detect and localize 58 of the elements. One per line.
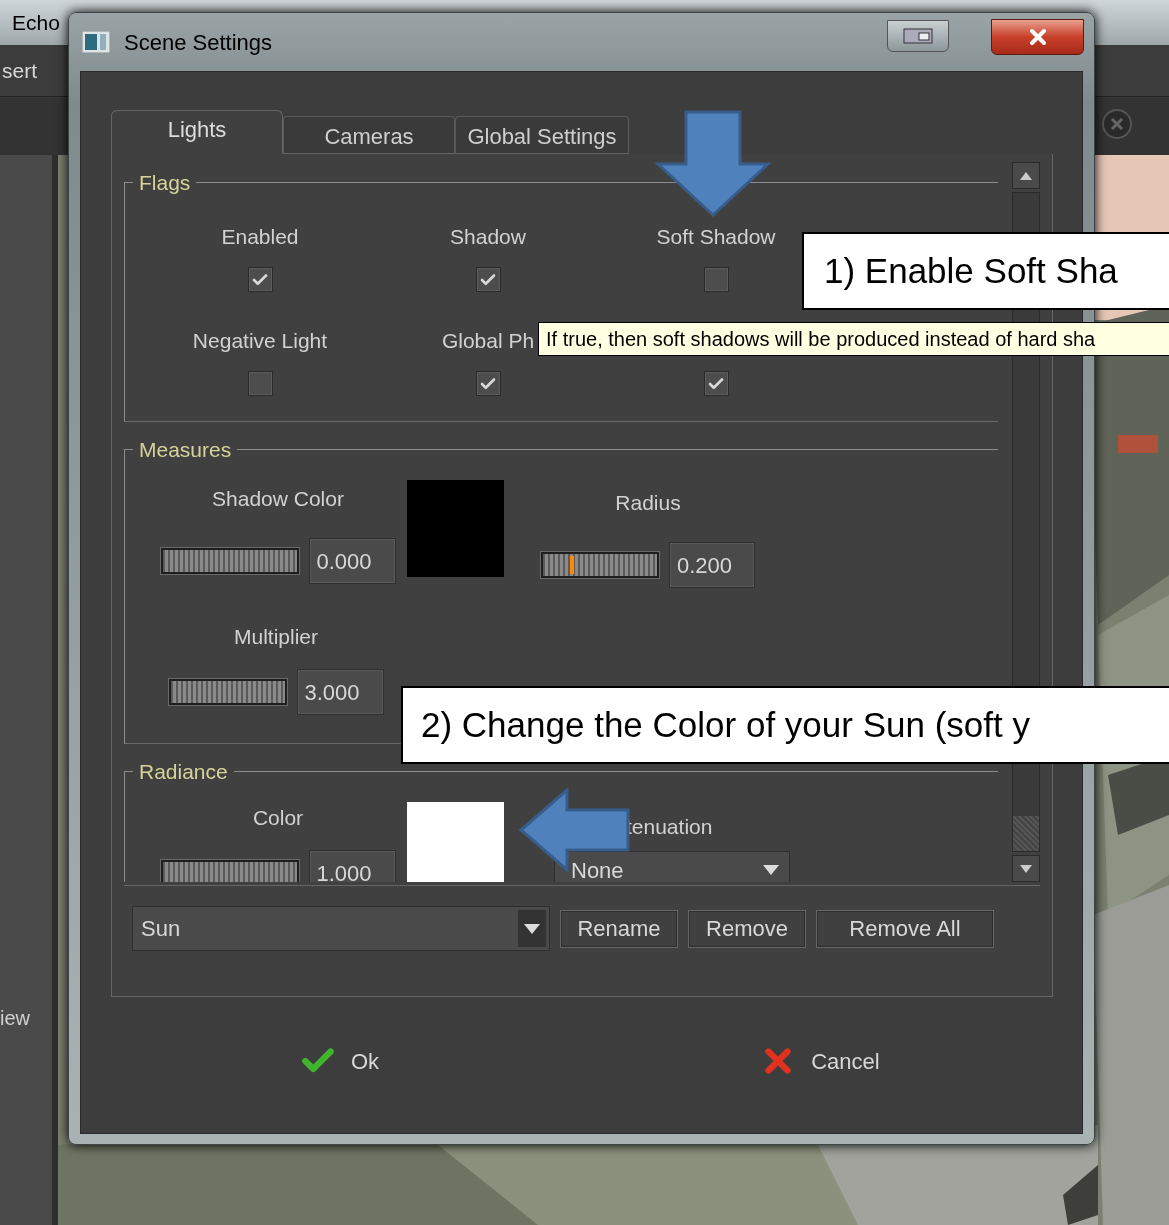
ok-button[interactable]: Ok bbox=[299, 1042, 380, 1080]
scroll-down-button[interactable] bbox=[1012, 855, 1040, 882]
action-button[interactable]: Remove All bbox=[816, 909, 994, 948]
checkbox[interactable] bbox=[475, 267, 501, 292]
group-title: Flags bbox=[138, 172, 192, 193]
flag-label: Soft Shadow bbox=[656, 226, 776, 247]
restore-button[interactable] bbox=[887, 20, 949, 52]
action-button[interactable]: Rename bbox=[560, 909, 678, 948]
number-field[interactable]: 3.000 bbox=[296, 669, 384, 715]
tab[interactable]: Lights bbox=[111, 110, 283, 154]
flag-label: Shadow bbox=[450, 226, 526, 247]
scroll-thumb[interactable] bbox=[1013, 816, 1039, 851]
jog-wheel[interactable] bbox=[541, 552, 659, 578]
color-swatch[interactable] bbox=[407, 802, 504, 882]
jog-wheel[interactable] bbox=[168, 679, 287, 705]
tab[interactable]: Global Settings bbox=[455, 116, 629, 154]
flag-label: Global Ph bbox=[441, 330, 535, 351]
tab[interactable]: Cameras bbox=[283, 116, 455, 154]
menu-item[interactable]: sert bbox=[2, 54, 37, 87]
restore-icon bbox=[903, 28, 933, 44]
close-circle-icon[interactable] bbox=[1101, 108, 1133, 140]
jog-wheel[interactable] bbox=[160, 860, 299, 882]
callout-box: 1) Enable Soft Sha bbox=[802, 232, 1169, 310]
group-title: Measures bbox=[138, 439, 233, 460]
close-button[interactable] bbox=[991, 19, 1084, 55]
group-title: Radiance bbox=[138, 761, 229, 782]
flag-label: Negative Light bbox=[192, 330, 328, 351]
callout-box: 2) Change the Color of your Sun (soft y bbox=[401, 686, 1169, 764]
side-label: iew bbox=[0, 1007, 30, 1029]
field-label: Multiplier bbox=[234, 626, 318, 647]
field-label: Shadow Color bbox=[212, 488, 344, 509]
window-title: Scene Settings bbox=[124, 28, 272, 57]
number-field[interactable]: 0.000 bbox=[308, 538, 396, 584]
app-title: Echo bbox=[12, 9, 60, 36]
field-label: tenuation bbox=[625, 816, 714, 837]
action-button[interactable]: Remove bbox=[688, 909, 806, 948]
attenuation-dropdown[interactable]: None bbox=[554, 851, 790, 882]
number-field[interactable]: 1.000 bbox=[308, 850, 396, 882]
tooltip: If true, then soft shadows will be produced instead of hard sha bbox=[538, 322, 1169, 356]
jog-wheel[interactable] bbox=[160, 548, 299, 574]
checkbox[interactable] bbox=[703, 371, 729, 396]
checkbox[interactable] bbox=[247, 371, 273, 396]
field-label: Color bbox=[252, 807, 304, 828]
dropdown-caret-icon bbox=[524, 923, 540, 934]
cancel-button[interactable]: Cancel bbox=[759, 1042, 880, 1080]
light-dropdown[interactable]: Sun bbox=[132, 906, 550, 951]
checkbox[interactable] bbox=[703, 267, 729, 292]
checkbox[interactable] bbox=[247, 267, 273, 292]
checkbox[interactable] bbox=[475, 371, 501, 396]
field-label: Radius bbox=[615, 492, 681, 513]
number-field[interactable]: 0.200 bbox=[669, 542, 755, 588]
up-arrow-icon bbox=[1020, 171, 1033, 180]
window-icon bbox=[82, 31, 110, 53]
color-swatch[interactable] bbox=[407, 480, 504, 577]
down-arrow-icon bbox=[1020, 864, 1033, 873]
dropdown-caret-icon bbox=[763, 865, 779, 875]
scroll-up-button[interactable] bbox=[1012, 162, 1040, 189]
flag-label: Enabled bbox=[221, 226, 299, 247]
